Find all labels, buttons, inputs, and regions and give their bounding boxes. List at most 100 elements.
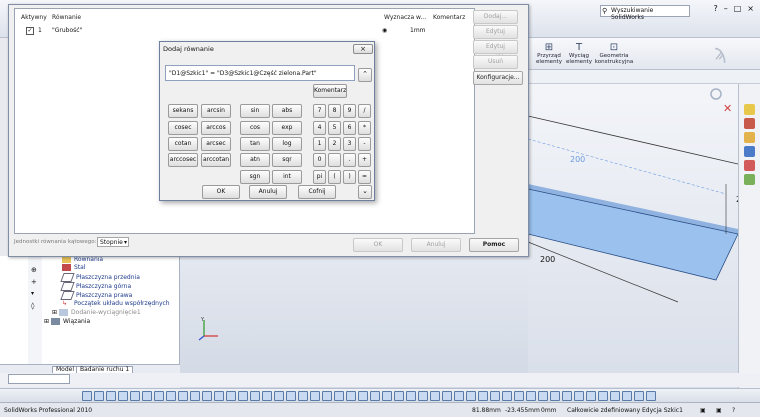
tree-item-extrude[interactable]: ⊞ Dodanie-wyciągnięcie1: [52, 309, 141, 316]
cancel-sketch-icon[interactable]: ✕: [723, 102, 732, 115]
ok-button[interactable]: OK: [202, 185, 240, 199]
toolbar-icon[interactable]: [334, 391, 344, 401]
toolbar-icon[interactable]: [370, 391, 380, 401]
key-button[interactable]: 6: [343, 121, 356, 135]
eye-icon[interactable]: ◉: [382, 27, 387, 34]
close-button[interactable]: ×: [747, 4, 754, 16]
func-button[interactable]: sin: [240, 104, 270, 118]
tree-item-origin[interactable]: ↳ Początek układu współrzędnych: [62, 300, 170, 307]
func-button[interactable]: abs: [272, 104, 302, 118]
toolbar-icon[interactable]: [430, 391, 440, 401]
status-icon[interactable]: ▣: [716, 407, 722, 414]
toolbar-icon[interactable]: [442, 391, 452, 401]
filter-icon[interactable]: ◊: [31, 302, 34, 310]
func-button[interactable]: arcsec: [201, 137, 231, 151]
toolbar-icon[interactable]: [454, 391, 464, 401]
toolbar-icon[interactable]: [550, 391, 560, 401]
row-active-checkbox[interactable]: ✓: [26, 27, 34, 35]
func-button[interactable]: arccotan: [201, 153, 231, 167]
key-button[interactable]: 0: [313, 153, 326, 167]
func-button[interactable]: log: [272, 137, 302, 151]
toolbar-icon[interactable]: [310, 391, 320, 401]
toolbar-icon[interactable]: [502, 391, 512, 401]
toolbar-icon[interactable]: [106, 391, 116, 401]
toolbar-icon[interactable]: [142, 391, 152, 401]
help-button[interactable]: Pomoc: [469, 238, 519, 252]
library-icon[interactable]: [744, 118, 755, 129]
graphics-area[interactable]: 200 20 200 ✕: [527, 84, 746, 404]
toolbar-icon[interactable]: [250, 391, 260, 401]
func-button[interactable]: sqr: [272, 153, 302, 167]
key-button[interactable]: 5: [328, 121, 341, 135]
close-button[interactable]: ×: [353, 44, 373, 54]
command-input[interactable]: [8, 374, 70, 384]
toolbar-icon[interactable]: [490, 391, 500, 401]
toolbar-icon[interactable]: [190, 391, 200, 401]
toolbar-icon[interactable]: [526, 391, 536, 401]
key-button[interactable]: +: [358, 153, 371, 167]
help-button[interactable]: ?: [713, 4, 717, 16]
toolbar-icon[interactable]: [262, 391, 272, 401]
key-button[interactable]: (: [328, 170, 341, 184]
toolbar-icon[interactable]: [406, 391, 416, 401]
func-button[interactable]: cotan: [168, 137, 198, 151]
key-button[interactable]: =: [358, 170, 371, 184]
func-button[interactable]: tan: [240, 137, 270, 151]
toolbar-icon[interactable]: [382, 391, 392, 401]
func-button[interactable]: sgn: [240, 170, 270, 184]
minimize-button[interactable]: –: [724, 4, 728, 16]
status-icon[interactable]: ▣: [700, 407, 706, 414]
plus-icon[interactable]: +: [31, 278, 37, 286]
expand-icon[interactable]: ⌄: [358, 185, 372, 199]
equation-textbox[interactable]: "D1@Szkic1" = "D3@Szkic1@Część zielona.P…: [165, 65, 355, 81]
func-button[interactable]: exp: [272, 121, 302, 135]
undo-button[interactable]: Cofnij: [298, 185, 336, 199]
key-button[interactable]: 1: [313, 137, 326, 151]
tree-item-material[interactable]: Stal: [62, 264, 86, 271]
tree-item-equations[interactable]: Równania: [62, 256, 103, 263]
toolbar-icon[interactable]: [322, 391, 332, 401]
expand-icon[interactable]: ⊞: [52, 309, 57, 316]
toolbar-icon[interactable]: [622, 391, 632, 401]
key-button[interactable]: [328, 153, 341, 167]
toolbar-icon[interactable]: [586, 391, 596, 401]
toolbar-icon[interactable]: [82, 391, 92, 401]
toolbar-icon[interactable]: [646, 391, 656, 401]
func-button[interactable]: arccos: [201, 121, 231, 135]
key-button[interactable]: 9: [343, 104, 356, 118]
func-button[interactable]: int: [272, 170, 302, 184]
toolbar-icon[interactable]: [226, 391, 236, 401]
key-button[interactable]: 2: [328, 137, 341, 151]
dim-bottom[interactable]: 200: [540, 255, 555, 264]
toolbar-icon[interactable]: [358, 391, 368, 401]
toolbar-icon[interactable]: [574, 391, 584, 401]
status-icon[interactable]: ?: [732, 407, 735, 414]
toolbar-icon[interactable]: [274, 391, 284, 401]
cancel-button[interactable]: Anuluj: [249, 185, 287, 199]
func-button[interactable]: atn: [240, 153, 270, 167]
home-icon[interactable]: [744, 104, 755, 115]
comment-button[interactable]: Komentarz: [313, 84, 347, 98]
toolbar-icon[interactable]: [394, 391, 404, 401]
row-equation[interactable]: "Grubość": [52, 27, 82, 34]
chevron-down-icon[interactable]: ▾: [31, 290, 34, 297]
toolbar-icon[interactable]: [286, 391, 296, 401]
key-button[interactable]: *: [358, 121, 371, 135]
key-button[interactable]: 8: [328, 104, 341, 118]
edit-button[interactable]: Edytuj: [473, 25, 518, 39]
tree-item-front-plane[interactable]: Płaszczyzna przednia: [60, 273, 140, 282]
key-button[interactable]: -: [358, 137, 371, 151]
toolbar-icon[interactable]: [562, 391, 572, 401]
key-button[interactable]: ): [343, 170, 356, 184]
func-button[interactable]: cos: [240, 121, 270, 135]
func-button[interactable]: arccosec: [168, 153, 198, 167]
dim-top[interactable]: 200: [570, 155, 585, 164]
toolbar-icon[interactable]: [94, 391, 104, 401]
toolbar-icon[interactable]: [178, 391, 188, 401]
key-button[interactable]: 3: [343, 137, 356, 151]
expand-icon[interactable]: ⊞: [44, 318, 49, 325]
delete-button[interactable]: Usuń: [473, 55, 518, 69]
view-palette-icon[interactable]: [744, 146, 755, 157]
cancel-button[interactable]: Anuluj: [411, 238, 461, 252]
toolbar-icon[interactable]: [166, 391, 176, 401]
